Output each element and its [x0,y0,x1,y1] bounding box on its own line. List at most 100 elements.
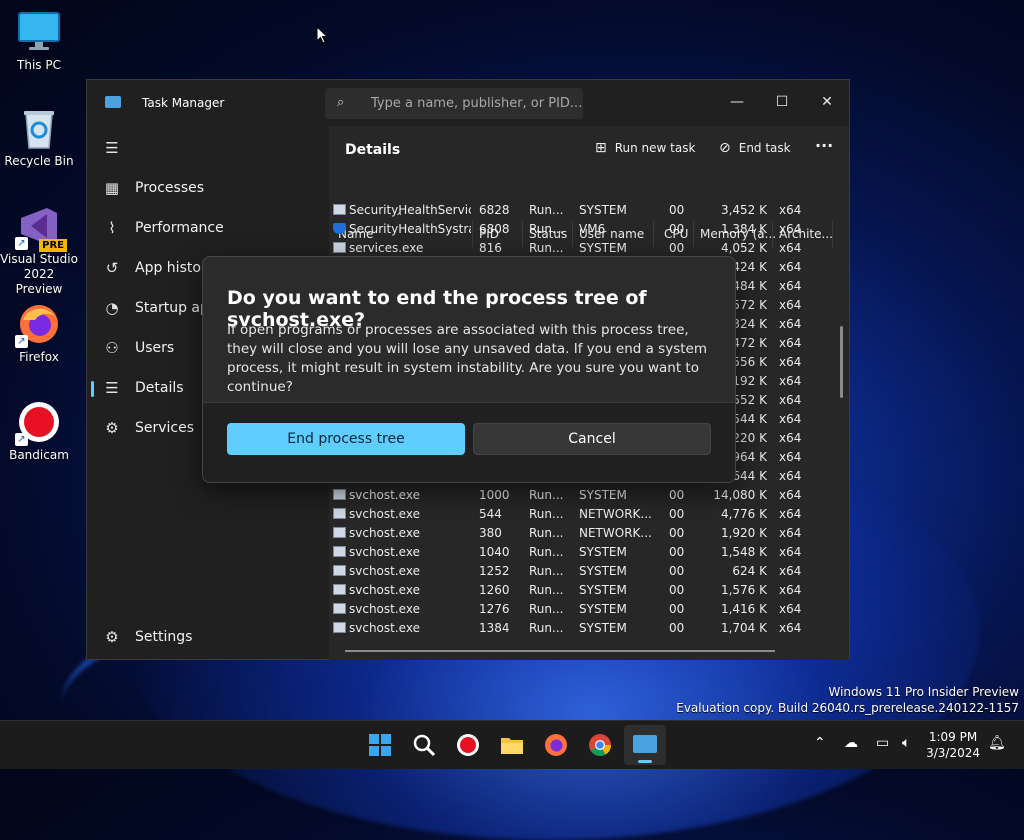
title-bar[interactable]: Task Manager ⌕ Type a name, publisher, o… [87,80,849,126]
sidebar-item-performance[interactable]: ⌇ Performance [103,214,313,244]
table-row[interactable]: SecurityHealthSystra... 6808 Run... VM6 00 1,… [329,220,829,239]
active-app-indicator [638,760,652,763]
desktop-icon-visual-studio[interactable]: PRE ↗ Visual Studio 2022 Preview [0,204,78,297]
cell-status: Run... [529,203,564,217]
mouse-cursor-icon [316,26,328,44]
cell-cpu: 00 [669,583,685,597]
column-separator [832,221,833,247]
run-new-task-label: Run new task [614,141,696,155]
task-manager-taskbar-button[interactable] [624,725,666,765]
clock[interactable]: 1:09 PM 3/3/2024 [926,729,980,761]
cell-user: SYSTEM [579,621,627,635]
cell-mem: 1,920 K [720,526,767,540]
desktop-icon-firefox[interactable]: ↗ Firefox [0,302,78,365]
cell-cpu: 00 [669,526,685,540]
minimize-button[interactable]: — [723,88,751,116]
sidebar-item-label: Details [135,380,184,396]
run-new-task-button[interactable]: ⊞ Run new task [595,140,695,156]
network-disconnected-icon[interactable]: ☁ [844,735,858,751]
cell-pid: 1040 [479,545,510,559]
process-icon [333,546,346,557]
cell-arch: x64 [779,431,802,445]
cell-arch: x64 [779,545,802,559]
process-icon [333,489,346,500]
process-icon [333,508,346,519]
desktop-icon-label: Bandicam [9,448,69,462]
desktop-icon-this-pc[interactable]: This PC [0,10,78,73]
dialog-footer: End process tree Cancel [203,402,735,482]
vertical-scrollbar[interactable] [840,326,843,398]
bandicam-icon[interactable] [456,733,480,757]
search-placeholder: Type a name, publisher, or PID... [371,96,583,111]
cell-user: SYSTEM [579,241,627,255]
cell-arch: x64 [779,203,802,217]
app-history-icon: ↺ [105,259,119,277]
cell-name: svchost.exe [349,621,420,635]
end-task-button[interactable]: ⊘ End task [719,140,791,156]
shortcut-arrow-icon: ↗ [15,237,28,250]
cell-user: VM6 [579,222,606,236]
more-options-button[interactable]: ··· [815,136,833,155]
cell-cpu: 00 [669,203,685,217]
chrome-icon[interactable] [588,733,612,757]
hamburger-menu-button[interactable]: ☰ [103,134,133,164]
table-row[interactable]: svchost.exe 1000 Run... SYSTEM 00 14,080 K x64 [329,486,829,505]
sidebar-item-processes[interactable]: ▦ Processes [103,174,313,204]
page-title: Details [345,142,401,158]
cell-arch: x64 [779,260,802,274]
horizontal-scrollbar[interactable] [345,650,775,652]
volume-muted-icon[interactable]: 🔈︎ [902,735,910,751]
cell-user: SYSTEM [579,602,627,616]
sidebar-item-label: Settings [135,629,193,645]
cell-user: NETWORK... [579,507,651,521]
end-process-tree-dialog: Do you want to end the process tree of s… [202,256,736,483]
firefox-icon[interactable] [544,733,568,757]
table-row[interactable]: svchost.exe 1040 Run... SYSTEM 00 1,548 K x64 [329,543,829,562]
process-icon [333,622,346,633]
cell-mem: 624 K [732,564,767,578]
cell-arch: x64 [779,450,802,464]
desktop-icon-recycle-bin[interactable]: Recycle Bin [0,106,78,169]
cell-status: Run... [529,526,564,540]
end-process-tree-button[interactable]: End process tree [227,423,465,455]
cell-cpu: 00 [669,488,685,502]
desktop-icon-bandicam[interactable]: ↗ Bandicam [0,400,78,463]
start-icon[interactable] [368,733,392,757]
network-icon[interactable]: ▭ [876,735,889,751]
cell-pid: 1252 [479,564,510,578]
search-icon: ⌕ [337,95,345,110]
cell-arch: x64 [779,621,802,635]
table-row[interactable]: svchost.exe 1260 Run... SYSTEM 00 1,576 K x64 [329,581,829,600]
cell-name: svchost.exe [349,545,420,559]
table-row[interactable]: svchost.exe 1252 Run... SYSTEM 00 624 K x64 [329,562,829,581]
cell-pid: 6828 [479,203,510,217]
table-row[interactable]: svchost.exe 380 Run... NETWORK... 00 1,920 K x… [329,524,829,543]
cell-pid: 816 [479,241,502,255]
table-row[interactable]: svchost.exe 1384 Run... SYSTEM 00 1,704 K x64 [329,619,829,638]
table-row[interactable]: SecurityHealthServic... 6828 Run... SYSTEM 0… [329,201,829,220]
sidebar-item-settings[interactable]: ⚙ Settings [103,623,313,653]
desktop-icon-label: Visual Studio 2022 Preview [0,252,78,296]
maximize-button[interactable]: ☐ [768,88,796,116]
notification-bell-icon[interactable]: 🔔︎ [988,735,1006,751]
file-explorer-icon[interactable] [500,733,524,757]
details-icon: ☰ [105,379,119,397]
close-button[interactable]: ✕ [813,88,841,116]
cell-arch: x64 [779,222,802,236]
cell-mem: 4,776 K [720,507,767,521]
cell-status: Run... [529,507,564,521]
desktop-icon-label: This PC [17,58,61,72]
cancel-button[interactable]: Cancel [473,423,711,455]
visual-studio-icon: PRE ↗ [15,204,67,252]
sidebar-item-label: Processes [135,180,205,196]
firefox-icon: ↗ [15,302,61,348]
search-input[interactable]: ⌕ Type a name, publisher, or PID... [325,88,583,119]
taskbar: ⌃ ☁ ▭ 🔈︎ 1:09 PM 3/3/2024 🔔︎ [0,720,1024,769]
show-hidden-icons-chevron-icon[interactable]: ⌃ [814,735,826,751]
table-row[interactable]: svchost.exe 544 Run... NETWORK... 00 4,776 K x… [329,505,829,524]
cell-name: services.exe [349,241,424,255]
search-icon[interactable] [412,733,436,757]
recycle-bin-icon [17,106,61,150]
cell-name: SecurityHealthSystra... [349,222,471,236]
table-row[interactable]: svchost.exe 1276 Run... SYSTEM 00 1,416 K x64 [329,600,829,619]
